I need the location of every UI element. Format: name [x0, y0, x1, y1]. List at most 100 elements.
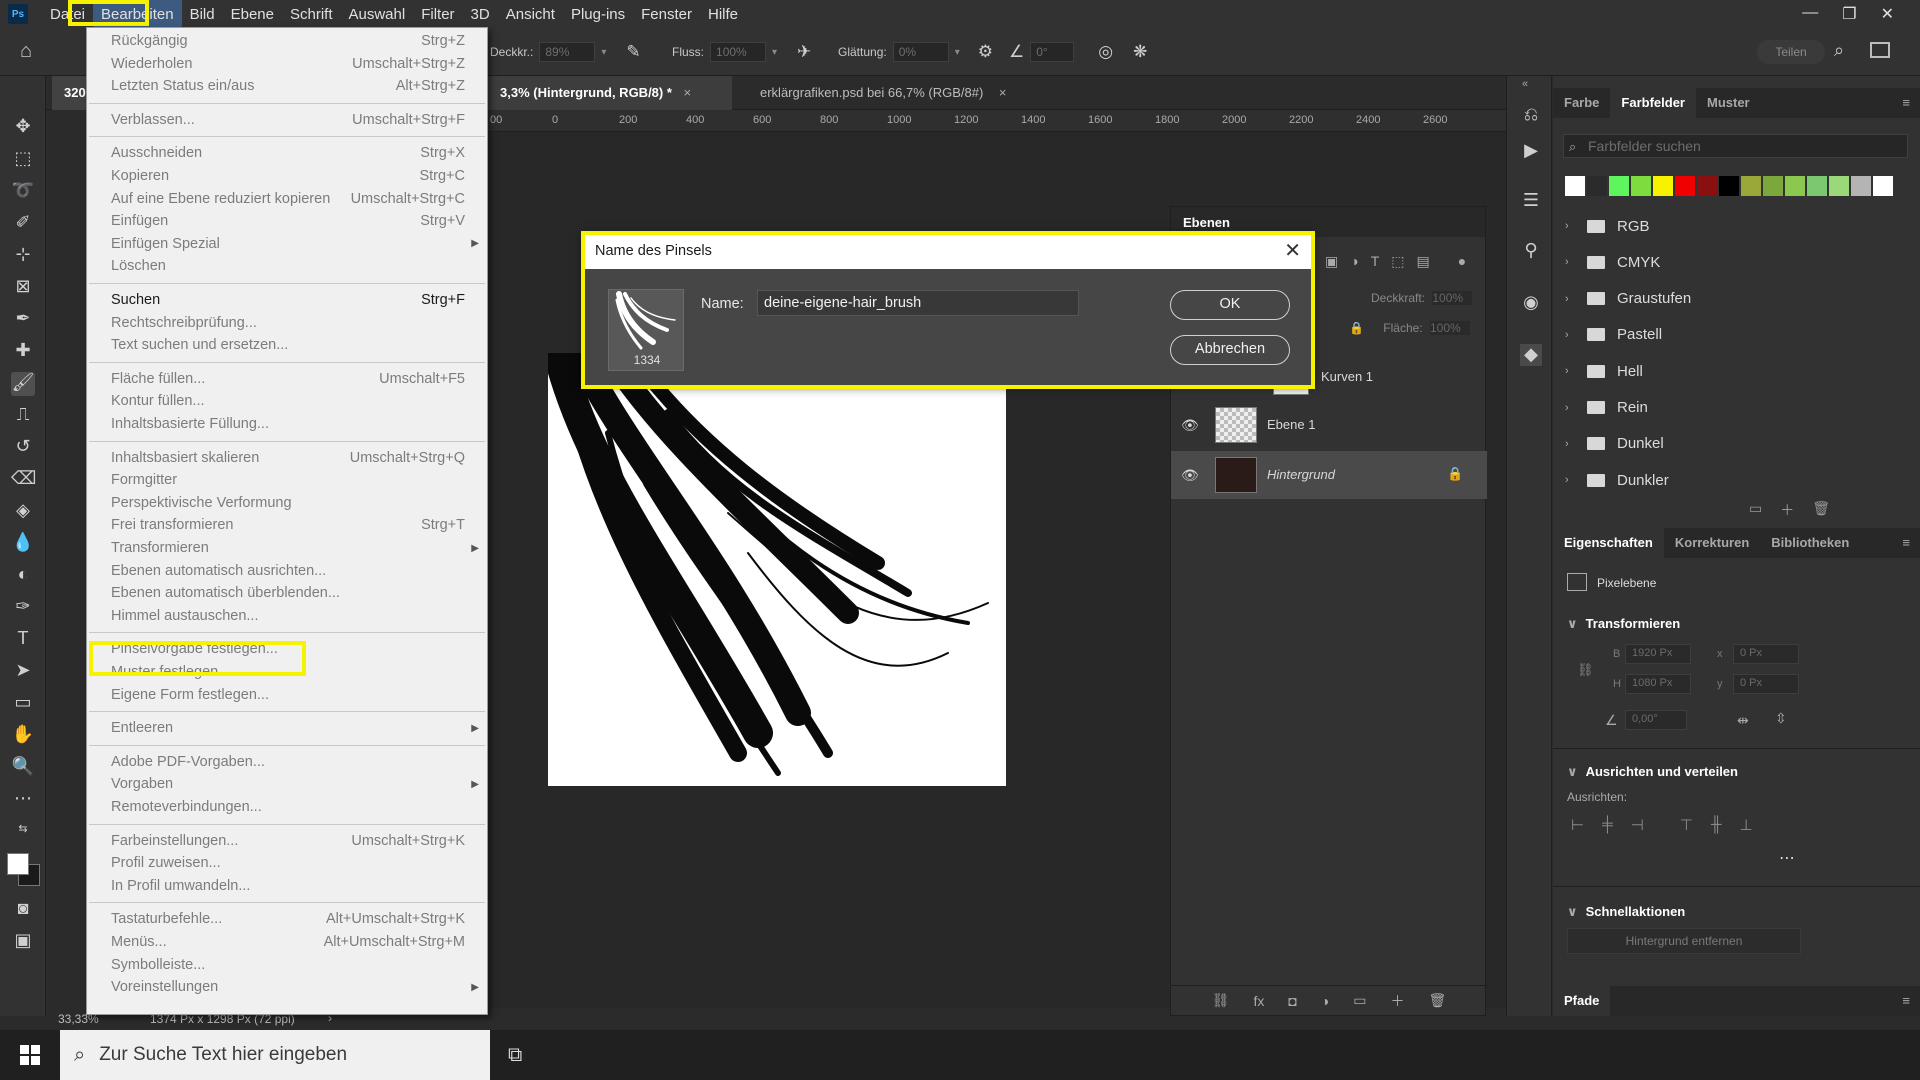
menu-item-einfügen[interactable]: Einfügen Strg+V [87, 210, 487, 232]
new-group-icon[interactable]: ▭ [1749, 500, 1762, 520]
symmetry-icon[interactable]: ❋ [1133, 42, 1147, 62]
width-field[interactable]: 1920 Px [1625, 644, 1691, 664]
paint-bucket-tool-icon[interactable]: ◈ [11, 500, 35, 524]
color-swatch[interactable] [1675, 176, 1695, 196]
chevron-down-icon[interactable]: ▾ [955, 47, 960, 58]
align-bottom-icon[interactable]: ⊥ [1740, 816, 1753, 834]
adjustments-icon[interactable]: ☰ [1520, 190, 1542, 212]
history-brush-tool-icon[interactable]: ↺ [11, 436, 35, 460]
menu-item-frei-transformieren[interactable]: Frei transformieren Strg+T [87, 514, 487, 536]
home-icon[interactable]: ⌂ [20, 40, 48, 64]
swatch-folder-hell[interactable]: › Hell [1565, 356, 1905, 386]
close-icon[interactable]: ✕ [1284, 238, 1301, 263]
mask-icon[interactable]: ◘ [1288, 993, 1296, 1009]
close-tab-icon[interactable]: × [999, 85, 1007, 100]
align-vcenter-icon[interactable]: ╫ [1711, 816, 1722, 834]
menu-item-perspektivische-verformung[interactable]: Perspektivische Verformung [87, 492, 487, 514]
healing-tool-icon[interactable]: ✚ [11, 340, 35, 364]
align-left-icon[interactable]: ⊢ [1571, 816, 1584, 834]
document-canvas[interactable] [548, 353, 1006, 786]
shape-filter-icon[interactable]: ⬚ [1391, 253, 1404, 270]
align-right-icon[interactable]: ⊣ [1631, 816, 1644, 834]
color-swatch[interactable] [1697, 176, 1717, 196]
adjustment-layer-icon[interactable]: ◑ [1321, 993, 1329, 1009]
windows-start-icon[interactable] [20, 1045, 40, 1065]
menu-item-inhaltsbasierte-füllung[interactable]: Inhaltsbasierte Füllung... [87, 413, 487, 435]
swatch-folder-dunkel[interactable]: › Dunkel [1565, 429, 1905, 459]
crop-tool-icon[interactable]: ⊹ [11, 244, 35, 268]
menu-datei[interactable]: Datei [42, 0, 93, 28]
quick-actions-title[interactable]: ∨ Schnellaktionen [1567, 904, 1685, 920]
x-field[interactable]: 0 Px [1733, 644, 1799, 664]
lasso-tool-icon[interactable]: ➰ [11, 180, 35, 204]
layers-panel-icon[interactable]: ◆ [1520, 344, 1542, 366]
tab-pfade[interactable]: Pfade [1553, 986, 1611, 1016]
cancel-button[interactable]: Abbrechen [1170, 335, 1290, 365]
menu-item-suchen[interactable]: Suchen Strg+F [87, 289, 487, 311]
new-layer-icon[interactable]: ＋ [1391, 991, 1405, 1011]
chevron-down-icon[interactable]: ▾ [772, 47, 777, 58]
ok-button[interactable]: OK [1170, 290, 1290, 320]
close-window-icon[interactable]: ✕ [1881, 4, 1894, 24]
quick-mask-icon[interactable]: ◙ [11, 898, 35, 922]
layer-fill-field[interactable]: 100% [1430, 321, 1470, 335]
menu-item-ebenen-automatisch-überblenden[interactable]: Ebenen automatisch überblenden... [87, 582, 487, 604]
color-swatch[interactable] [1719, 176, 1739, 196]
new-group-icon[interactable]: ▭ [1353, 992, 1366, 1009]
menu-item-tastaturbefehle[interactable]: Tastaturbefehle... Alt+Umschalt+Strg+K [87, 908, 487, 930]
actions-play-icon[interactable]: ▶ [1520, 140, 1542, 162]
frame-tool-icon[interactable]: ⊠ [11, 276, 35, 300]
restore-icon[interactable]: ❐ [1842, 4, 1856, 24]
menu-item-formgitter[interactable]: Formgitter [87, 469, 487, 491]
menu-auswahl[interactable]: Auswahl [341, 0, 414, 28]
height-field[interactable]: 1080 Px [1625, 674, 1691, 694]
menu-bearbeiten[interactable]: Bearbeiten [93, 0, 182, 28]
menu-item-in-profil-umwandeln[interactable]: In Profil umwandeln... [87, 875, 487, 897]
search-icon[interactable]: ⌕ [1834, 40, 1844, 61]
lock-icon[interactable]: 🔒 [1349, 321, 1364, 335]
tab-korrekturen[interactable]: Korrekturen [1664, 528, 1760, 558]
path-select-tool-icon[interactable]: ➤ [11, 660, 35, 684]
menu-ebene[interactable]: Ebene [223, 0, 282, 28]
panel-menu-icon[interactable]: ≡ [1902, 88, 1920, 118]
menu-item-symbolleiste[interactable]: Symbolleiste... [87, 954, 487, 976]
menu-item-adobe-pdf-vorgaben[interactable]: Adobe PDF-Vorgaben... [87, 751, 487, 773]
panel-menu-icon[interactable]: ≡ [1902, 986, 1920, 1016]
pen-tool-icon[interactable]: ✑ [11, 596, 35, 620]
menu-schrift[interactable]: Schrift [282, 0, 341, 28]
flow-field[interactable]: 100% [710, 42, 767, 62]
eyedropper-tool-icon[interactable]: ✒ [11, 308, 35, 332]
foreground-color-swatch[interactable] [7, 853, 29, 875]
minimize-icon[interactable]: — [1802, 4, 1818, 24]
fx-icon[interactable]: fx [1253, 993, 1264, 1009]
menu-item-ebenen-automatisch-ausrichten[interactable]: Ebenen automatisch ausrichten... [87, 560, 487, 582]
menu-item-kontur-füllen[interactable]: Kontur füllen... [87, 390, 487, 412]
color-swatch[interactable] [1631, 176, 1651, 196]
menu-item-wiederholen[interactable]: Wiederholen Umschalt+Strg+Z [87, 53, 487, 75]
color-swatch[interactable] [1565, 176, 1585, 196]
swatch-folder-rgb[interactable]: › RGB [1565, 211, 1905, 241]
align-top-icon[interactable]: ⊤ [1680, 816, 1693, 834]
menu-item-fläche-füllen[interactable]: Fläche füllen... Umschalt+F5 [87, 368, 487, 390]
swap-colors-icon[interactable]: ⇆ [11, 822, 35, 846]
swatch-folder-rein[interactable]: › Rein [1565, 393, 1905, 423]
more-tools-icon[interactable]: ⋯ [11, 788, 35, 812]
color-swatch[interactable] [1807, 176, 1827, 196]
align-section-title[interactable]: ∨ Ausrichten und verteilen [1567, 764, 1738, 780]
menu-bild[interactable]: Bild [182, 0, 223, 28]
task-view-icon[interactable]: ⧉ [508, 1044, 522, 1067]
dodge-tool-icon[interactable]: ◐ [11, 564, 35, 588]
swatch-search-input[interactable]: Farbfelder suchen [1563, 134, 1908, 158]
tab-farbfelder[interactable]: Farbfelder [1610, 88, 1696, 118]
menu-item-text-suchen-und-ersetzen[interactable]: Text suchen und ersetzen... [87, 334, 487, 356]
link-dimensions-icon[interactable]: ⛓ [1577, 662, 1594, 678]
menu-item-vorgaben[interactable]: Vorgaben ▶ [87, 773, 487, 795]
pressure-opacity-icon[interactable]: ✎ [626, 42, 640, 62]
color-swatch[interactable] [1653, 176, 1673, 196]
color-swatch[interactable] [1851, 176, 1871, 196]
menu-item-ausschneiden[interactable]: Ausschneiden Strg+X [87, 142, 487, 164]
marquee-tool-icon[interactable]: ⬚ [11, 148, 35, 172]
swatch-folder-graustufen[interactable]: › Graustufen [1565, 284, 1905, 314]
smoothing-field[interactable]: 0% [892, 42, 949, 62]
menu-item-letzten-status-ein-aus[interactable]: Letzten Status ein/aus Alt+Strg+Z [87, 75, 487, 97]
